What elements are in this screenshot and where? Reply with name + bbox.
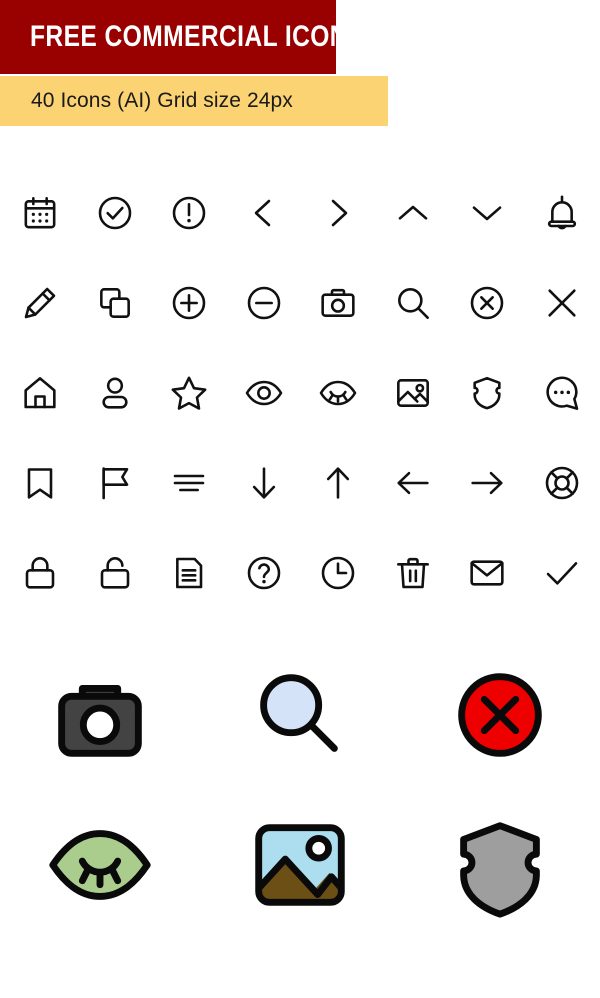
plus-circle-icon[interactable] (152, 258, 227, 348)
star-icon[interactable] (152, 348, 227, 438)
eye-icon[interactable] (227, 348, 302, 438)
subtitle-banner: 40 Icons (AI) Grid size 24px (0, 76, 388, 126)
page-subtitle: 40 Icons (AI) Grid size 24px (31, 89, 293, 112)
chevron-down-icon[interactable] (450, 168, 525, 258)
image-filled-icon[interactable] (200, 790, 400, 940)
chevron-left-icon[interactable] (227, 168, 302, 258)
search-icon[interactable] (376, 258, 451, 348)
chevron-right-icon[interactable] (301, 168, 376, 258)
eye-off-filled-icon[interactable] (0, 790, 200, 940)
icon-row (0, 438, 600, 528)
title-banner: FREE COMMERCIAL ICONS (0, 0, 364, 74)
calendar-icon[interactable] (3, 168, 78, 258)
icon-row (0, 168, 600, 258)
lifebuoy-icon[interactable] (525, 438, 600, 528)
flag-icon[interactable] (78, 438, 153, 528)
featured-icon-row (0, 790, 600, 940)
bell-icon[interactable] (525, 168, 600, 258)
camera-icon[interactable] (301, 258, 376, 348)
icon-row (0, 258, 600, 348)
icon-grid (0, 168, 600, 618)
arrow-left-icon[interactable] (376, 438, 451, 528)
alert-circle-icon[interactable] (152, 168, 227, 258)
arrow-right-icon[interactable] (450, 438, 525, 528)
x-circle-filled-icon[interactable] (400, 640, 600, 790)
document-icon[interactable] (152, 528, 227, 618)
lock-icon[interactable] (3, 528, 78, 618)
search-filled-icon[interactable] (200, 640, 400, 790)
icon-row (0, 528, 600, 618)
arrow-up-icon[interactable] (301, 438, 376, 528)
chevron-up-icon[interactable] (376, 168, 451, 258)
unlock-icon[interactable] (78, 528, 153, 618)
camera-filled-icon[interactable] (0, 640, 200, 790)
user-icon[interactable] (78, 348, 153, 438)
featured-icon-row (0, 640, 600, 790)
x-circle-icon[interactable] (450, 258, 525, 348)
checkmark-icon[interactable] (525, 528, 600, 618)
trash-icon[interactable] (376, 528, 451, 618)
pencil-icon[interactable] (3, 258, 78, 348)
page-title: FREE COMMERCIAL ICONS (30, 20, 365, 53)
shield-icon[interactable] (450, 348, 525, 438)
copy-icon[interactable] (78, 258, 153, 348)
bookmark-icon[interactable] (3, 438, 78, 528)
help-circle-icon[interactable] (227, 528, 302, 618)
eye-off-icon[interactable] (301, 348, 376, 438)
home-icon[interactable] (3, 348, 78, 438)
icon-row (0, 348, 600, 438)
minus-circle-icon[interactable] (227, 258, 302, 348)
chat-bubble-icon[interactable] (525, 348, 600, 438)
clock-icon[interactable] (301, 528, 376, 618)
close-icon[interactable] (525, 258, 600, 348)
featured-icon-grid (0, 640, 600, 940)
check-circle-icon[interactable] (78, 168, 153, 258)
image-icon[interactable] (376, 348, 451, 438)
arrow-down-icon[interactable] (227, 438, 302, 528)
shield-filled-icon[interactable] (400, 790, 600, 940)
mail-icon[interactable] (450, 528, 525, 618)
sort-lines-icon[interactable] (152, 438, 227, 528)
